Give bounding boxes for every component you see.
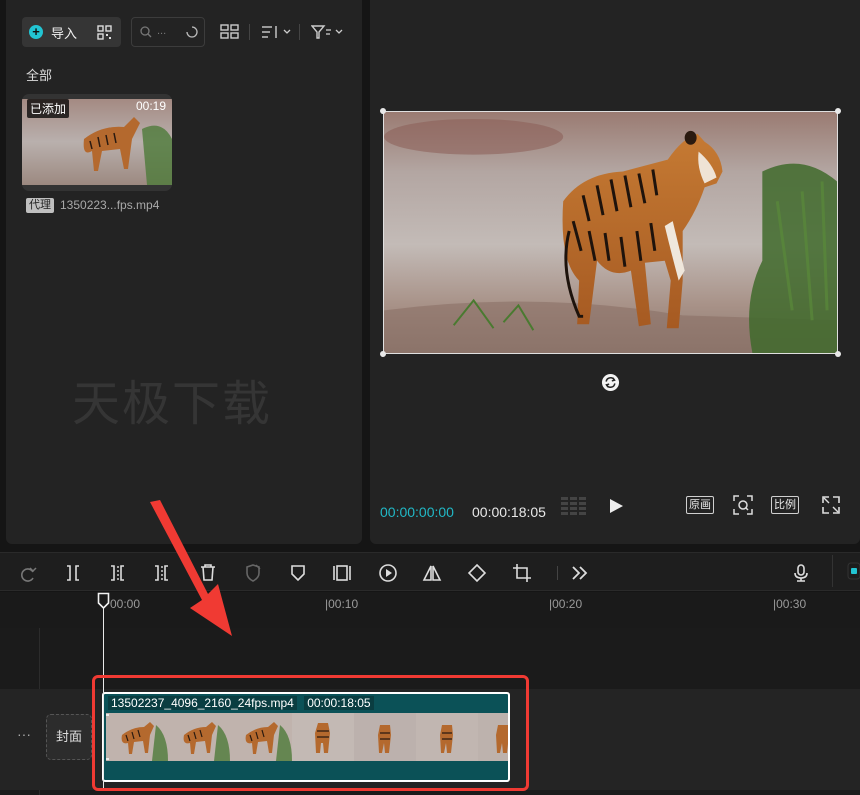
divider bbox=[557, 566, 558, 580]
proxy-badge: 代理 bbox=[26, 198, 54, 213]
highlight-annotation bbox=[92, 675, 529, 791]
ruler-label: |00:10 bbox=[325, 597, 359, 611]
watermark: 天极下载 bbox=[72, 376, 273, 432]
fullscreen-icon[interactable] bbox=[821, 495, 841, 515]
timeline-ruler[interactable]: 00:00 |00:10 |00:20 |00:30 bbox=[0, 592, 860, 628]
split-icon[interactable] bbox=[63, 563, 83, 583]
section-title: 全部 bbox=[26, 68, 53, 83]
filter-icon[interactable] bbox=[311, 22, 345, 42]
search-placeholder: ... bbox=[157, 25, 167, 37]
search-input[interactable]: ... bbox=[131, 17, 205, 47]
clip-duration: 00:19 bbox=[135, 99, 166, 113]
more-icon[interactable] bbox=[570, 563, 590, 583]
timeline-toolbar bbox=[0, 552, 860, 591]
annotation-arrow bbox=[150, 500, 232, 636]
original-quality-button[interactable]: 原画 bbox=[686, 496, 714, 514]
play-icon[interactable] bbox=[608, 498, 624, 514]
loading-icon bbox=[186, 26, 198, 38]
resize-handle[interactable] bbox=[380, 351, 386, 357]
media-panel: + 导入 ... 全部 已添加 00:19 代理 1350223...fps.m… bbox=[6, 0, 362, 544]
ruler-label: |00:30 bbox=[773, 597, 807, 611]
aspect-ratio-button[interactable]: 比例 bbox=[771, 496, 799, 514]
added-badge: 已添加 bbox=[27, 99, 70, 118]
track-options-icon[interactable]: ··· bbox=[17, 726, 31, 742]
qr-icon[interactable] bbox=[97, 25, 112, 40]
redo-icon[interactable] bbox=[18, 563, 38, 583]
mirror-icon[interactable] bbox=[422, 563, 442, 583]
crop-icon[interactable] bbox=[512, 563, 532, 583]
import-button[interactable]: + 导入 bbox=[22, 17, 121, 47]
rotate-icon[interactable] bbox=[601, 373, 620, 392]
media-clip-card[interactable]: 已添加 00:19 bbox=[22, 94, 172, 191]
resize-handle[interactable] bbox=[380, 108, 386, 114]
divider bbox=[299, 24, 300, 40]
zoom-fit-icon[interactable] bbox=[733, 495, 753, 515]
divider bbox=[832, 555, 833, 587]
layout-icon[interactable] bbox=[220, 22, 240, 42]
playhead-handle[interactable] bbox=[97, 592, 110, 610]
sort-icon[interactable] bbox=[261, 22, 293, 42]
mic-icon[interactable] bbox=[791, 563, 811, 583]
resize-handle[interactable] bbox=[835, 108, 841, 114]
preview-panel: 00:00:00:00 00:00:18:05 原画 比例 bbox=[370, 0, 860, 544]
total-timecode: 00:00:18:05 bbox=[472, 504, 546, 520]
resize-handle[interactable] bbox=[835, 351, 841, 357]
preview-frame bbox=[384, 112, 837, 353]
preview-canvas[interactable] bbox=[380, 108, 841, 357]
clip-filename: 1350223...fps.mp4 bbox=[60, 198, 160, 212]
cover-button[interactable]: 封面 bbox=[46, 714, 92, 760]
freeze-icon[interactable] bbox=[332, 563, 352, 583]
plus-icon: + bbox=[29, 25, 43, 39]
ruler-label: 00:00 bbox=[110, 597, 141, 611]
audio-level-icon bbox=[561, 497, 586, 515]
import-label: 导入 bbox=[51, 25, 78, 41]
current-timecode: 00:00:00:00 bbox=[380, 504, 454, 520]
ruler-label: |00:20 bbox=[549, 597, 583, 611]
speed-icon[interactable] bbox=[378, 563, 398, 583]
marker-icon[interactable] bbox=[288, 563, 308, 583]
toggle-icon[interactable] bbox=[846, 557, 860, 585]
split-left-icon[interactable] bbox=[108, 563, 128, 583]
divider bbox=[249, 24, 250, 40]
search-icon bbox=[140, 26, 152, 38]
rotate-clip-icon[interactable] bbox=[467, 563, 487, 583]
